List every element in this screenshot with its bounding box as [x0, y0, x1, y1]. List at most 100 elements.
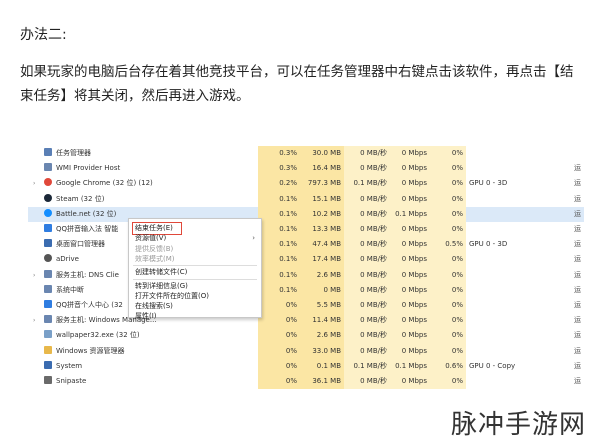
- context-menu-item[interactable]: 属性(I): [135, 311, 255, 322]
- memory-value: 2.6 MB: [300, 267, 344, 283]
- disk-value: 0 MB/秒: [344, 191, 390, 207]
- gpu-engine-value: [466, 252, 574, 267]
- disk-value: 0.1 MB/秒: [344, 358, 390, 374]
- status-value: [574, 146, 584, 161]
- disk-value: 0 MB/秒: [344, 237, 390, 253]
- process-row[interactable]: › Google Chrome (32 位) (12) 0.2% 797.3 MB 0.…: [28, 176, 584, 192]
- gpu-value: 0%: [430, 282, 466, 298]
- status-value: 运: [574, 164, 581, 173]
- gpu-value: 0%: [430, 374, 466, 390]
- process-name-text: Snipaste: [56, 377, 87, 385]
- menu-item-label: 打开文件所在的位置(O): [135, 291, 209, 300]
- gpu-value: 0%: [430, 222, 466, 238]
- memory-value: 17.4 MB: [300, 252, 344, 268]
- task-manager-screenshot: 任务管理器 0.3% 30.0 MB 0 MB/秒 0 Mbps 0% WMI Provid…: [28, 146, 584, 400]
- status-value: 运: [574, 270, 581, 279]
- snipaste-icon: [44, 376, 52, 384]
- gpu-value: 0%: [430, 191, 466, 207]
- cloud-icon: [44, 254, 52, 263]
- cpu-value: 0.1%: [258, 222, 300, 238]
- process-row[interactable]: Steam (32 位) 0.1% 15.1 MB 0 MB/秒 0 Mbps 0% 运: [28, 191, 584, 207]
- cpu-value: 0%: [258, 298, 300, 314]
- status-value: 运: [574, 331, 581, 340]
- network-value: 0.1 Mbps: [390, 358, 430, 374]
- process-name: Steam (32 位): [44, 192, 224, 207]
- process-row[interactable]: 任务管理器 0.3% 30.0 MB 0 MB/秒 0 Mbps 0%: [28, 146, 584, 162]
- gpu-engine-value: [466, 344, 574, 359]
- process-row[interactable]: aDrive 0.1% 17.4 MB 0 MB/秒 0 Mbps 0% 运: [28, 252, 584, 268]
- process-row[interactable]: 系统中断 0.1% 0 MB 0 MB/秒 0 Mbps 0% 运: [28, 282, 584, 298]
- gpu-value: 0%: [430, 161, 466, 177]
- process-row[interactable]: wallpaper32.exe (32 位) 0% 2.6 MB 0 MB/秒 0 Mb…: [28, 328, 584, 344]
- network-value: 0 Mbps: [390, 343, 430, 359]
- expand-chevron-icon[interactable]: ›: [33, 313, 35, 328]
- menu-item-label: 转到详细信息(G): [135, 281, 188, 290]
- service-icon: [44, 315, 52, 324]
- status-value: 运: [574, 301, 581, 309]
- expand-chevron-icon[interactable]: ›: [33, 268, 35, 283]
- network-value: 0 Mbps: [390, 374, 430, 390]
- process-row[interactable]: System 0% 0.1 MB 0.1 MB/秒 0.1 Mbps 0.6% GPU 0 …: [28, 358, 584, 374]
- network-value: 0 Mbps: [390, 176, 430, 192]
- process-row[interactable]: QQ拼音输入法 智能 0.1% 13.3 MB 0 MB/秒 0 Mbps 0% 运: [28, 222, 584, 238]
- disk-value: 0 MB/秒: [344, 298, 390, 314]
- process-name-text: 服务主机: DNS Clie: [56, 270, 119, 279]
- network-value: 0 Mbps: [390, 252, 430, 268]
- context-menu-item[interactable]: 创建转储文件(C): [135, 267, 255, 278]
- cpu-value: 0%: [258, 374, 300, 390]
- expand-chevron-icon[interactable]: ›: [33, 176, 35, 191]
- process-name-text: Windows 资源管理器: [56, 346, 125, 355]
- service-icon: [44, 163, 52, 172]
- process-row[interactable]: WMI Provider Host 0.3% 16.4 MB 0 MB/秒 0 Mbps…: [28, 161, 584, 177]
- network-value: 0 Mbps: [390, 191, 430, 207]
- process-row[interactable]: › 服务主机: Windows Manage... 0% 11.4 MB 0 MB/秒 0…: [28, 313, 584, 329]
- process-row[interactable]: Windows 资源管理器 0% 33.0 MB 0 MB/秒 0 Mbps 0% 运: [28, 343, 584, 359]
- memory-value: 10.2 MB: [300, 206, 344, 222]
- gpu-engine-value: [466, 146, 574, 161]
- process-row[interactable]: 桌面窗口管理器 0.1% 47.4 MB 0 MB/秒 0 Mbps 0.5% GPU 0 …: [28, 237, 584, 253]
- gpu-value: 0%: [430, 146, 466, 162]
- network-value: 0 Mbps: [390, 161, 430, 177]
- disk-value: 0 MB/秒: [344, 252, 390, 268]
- process-row[interactable]: › 服务主机: DNS Clie 0.1% 2.6 MB 0 MB/秒 0 Mbps 0% 运: [28, 267, 584, 283]
- gear-icon: [44, 148, 52, 156]
- status-value: 运: [574, 285, 581, 294]
- cpu-value: 0%: [258, 313, 300, 329]
- context-menu: 结束任务(E) 资源值(V) › 提供反馈(B) 效率模式(M) 创建转储文件(C) 转到详…: [128, 218, 262, 320]
- process-name-text: System: [56, 361, 83, 370]
- memory-value: 13.3 MB: [300, 222, 344, 238]
- desktop-icon: [44, 239, 52, 248]
- memory-value: 797.3 MB: [300, 176, 344, 192]
- network-value: 0 Mbps: [390, 146, 430, 162]
- status-value: 运: [574, 361, 581, 370]
- menu-item-label: 属性(I): [135, 312, 157, 321]
- memory-value: 2.6 MB: [300, 328, 344, 344]
- process-row[interactable]: QQ拼音个人中心 (32 0% 5.5 MB 0 MB/秒 0 Mbps 0% 运: [28, 298, 584, 314]
- disk-value: 0.1 MB/秒: [344, 176, 390, 192]
- disk-value: 0 MB/秒: [344, 267, 390, 283]
- folder-icon: [44, 345, 52, 354]
- process-row[interactable]: Snipaste 0% 36.1 MB 0 MB/秒 0 Mbps 0% 运: [28, 374, 584, 390]
- cpu-value: 0.1%: [258, 267, 300, 283]
- network-value: 0.1 Mbps: [390, 206, 430, 222]
- process-name: Windows 资源管理器: [44, 344, 224, 359]
- context-menu-item: 效率模式(M): [135, 254, 255, 265]
- process-name-text: 任务管理器: [56, 149, 91, 157]
- process-row[interactable]: Battle.net (32 位) 0.1% 10.2 MB 0 MB/秒 0.1 Mb…: [28, 206, 584, 222]
- steam-icon: [44, 193, 52, 202]
- process-name: WMI Provider Host: [44, 161, 224, 176]
- process-name-text: Battle.net (32 位): [56, 209, 117, 218]
- gpu-engine-value: [466, 298, 574, 313]
- menu-separator: [133, 278, 257, 280]
- process-name-text: WMI Provider Host: [56, 164, 121, 173]
- process-name: System: [44, 359, 224, 374]
- process-name-text: 系统中断: [56, 285, 84, 294]
- gpu-value: 0%: [430, 343, 466, 359]
- menu-item-label: 资源值(V): [135, 234, 167, 243]
- status-value: 运: [574, 179, 581, 188]
- memory-value: 47.4 MB: [300, 237, 344, 253]
- network-value: 0 Mbps: [390, 237, 430, 253]
- process-name: Google Chrome (32 位) (12): [44, 176, 224, 191]
- gpu-value: 0%: [430, 267, 466, 283]
- process-name-text: wallpaper32.exe (32 位): [56, 331, 140, 340]
